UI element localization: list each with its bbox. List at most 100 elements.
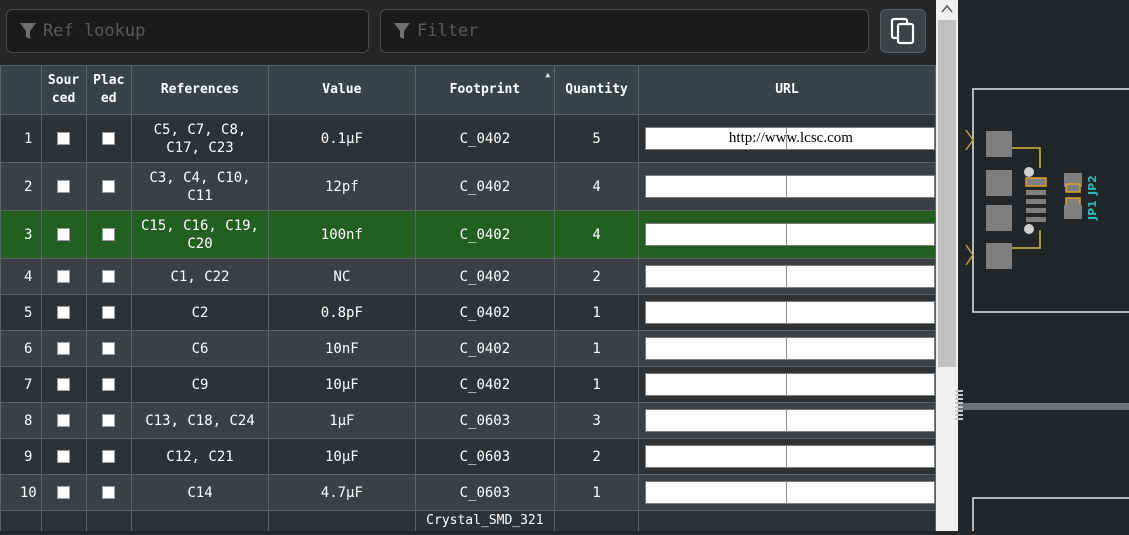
header-footprint[interactable]: Footprint ▲ bbox=[414, 65, 556, 115]
placed-checkbox[interactable] bbox=[102, 270, 116, 283]
ref-lookup-input[interactable] bbox=[43, 10, 360, 52]
sourced-checkbox[interactable] bbox=[57, 378, 71, 391]
table-row[interactable]: 8 C13, C18, C24 1µF C_0603 3 bbox=[0, 402, 936, 439]
url-input[interactable] bbox=[644, 373, 935, 396]
sourced-cell[interactable] bbox=[40, 210, 87, 259]
url-cell[interactable] bbox=[637, 210, 936, 259]
url-cell[interactable] bbox=[637, 258, 936, 295]
quantity-cell: 1 bbox=[554, 474, 639, 511]
sourced-checkbox[interactable] bbox=[57, 132, 71, 145]
sourced-cell[interactable] bbox=[40, 162, 87, 211]
url-input[interactable] bbox=[644, 223, 935, 246]
header-url[interactable]: URL bbox=[637, 65, 936, 115]
url-cell[interactable] bbox=[637, 438, 936, 475]
url-input[interactable] bbox=[644, 175, 935, 198]
row-number: 9 bbox=[0, 438, 42, 475]
url-input[interactable] bbox=[644, 301, 935, 324]
url-input[interactable] bbox=[644, 337, 935, 360]
url-cell[interactable] bbox=[637, 510, 936, 531]
table-row[interactable]: 1 C5, C7, C8, C17, C23 0.1µF C_0402 5 http://… bbox=[0, 114, 936, 163]
sourced-checkbox[interactable] bbox=[57, 270, 71, 283]
placed-cell[interactable] bbox=[85, 366, 132, 403]
table-row[interactable]: 2 C3, C4, C10, C11 12pf C_0402 4 bbox=[0, 162, 936, 211]
value-cell: 0.8pF bbox=[268, 294, 416, 331]
sourced-checkbox[interactable] bbox=[57, 180, 71, 193]
table-row[interactable]: 3 C15, C16, C19, C20 100nf C_0402 4 bbox=[0, 210, 936, 259]
sourced-cell[interactable] bbox=[40, 402, 87, 439]
copy-button[interactable] bbox=[880, 9, 926, 53]
scroll-up-arrow-icon[interactable] bbox=[941, 4, 953, 14]
filter-box[interactable] bbox=[380, 9, 869, 53]
table-row[interactable]: 6 C6 10nF C_0402 1 bbox=[0, 330, 936, 367]
pcb-divider[interactable] bbox=[958, 403, 1129, 410]
header-value[interactable]: Value bbox=[268, 65, 416, 115]
vertical-scrollbar[interactable] bbox=[936, 0, 958, 531]
placed-cell[interactable] bbox=[85, 114, 132, 163]
placed-checkbox[interactable] bbox=[102, 450, 116, 463]
placed-checkbox[interactable] bbox=[102, 414, 116, 427]
sourced-cell[interactable] bbox=[40, 258, 87, 295]
table-row[interactable]: Crystal_SMD_321 bbox=[0, 510, 936, 531]
header-references[interactable]: References bbox=[130, 65, 270, 115]
filter-input[interactable] bbox=[417, 10, 860, 52]
sourced-checkbox[interactable] bbox=[57, 486, 71, 499]
url-input[interactable]: http://www.lcsc.com bbox=[644, 127, 935, 150]
table-row[interactable]: 7 C9 10µF C_0402 1 bbox=[0, 366, 936, 403]
placed-cell[interactable] bbox=[85, 210, 132, 259]
placed-checkbox[interactable] bbox=[102, 180, 116, 193]
table-header-row: Sour ced Plac ed References Value Footpr… bbox=[0, 65, 936, 115]
sourced-cell[interactable] bbox=[40, 510, 87, 531]
table-row[interactable]: 10 C14 4.7µF C_0603 1 bbox=[0, 474, 936, 511]
url-cell[interactable] bbox=[637, 474, 936, 511]
placed-cell[interactable] bbox=[85, 294, 132, 331]
sourced-checkbox[interactable] bbox=[57, 342, 71, 355]
placed-checkbox[interactable] bbox=[102, 306, 116, 319]
placed-checkbox[interactable] bbox=[102, 486, 116, 499]
placed-checkbox[interactable] bbox=[102, 378, 116, 391]
table-row[interactable]: 5 C2 0.8pF C_0402 1 bbox=[0, 294, 936, 331]
url-input[interactable] bbox=[644, 481, 935, 504]
url-input[interactable] bbox=[644, 265, 935, 288]
url-cell[interactable] bbox=[637, 294, 936, 331]
url-input[interactable] bbox=[644, 445, 935, 468]
pcb-canvas[interactable] bbox=[958, 0, 1129, 535]
placed-checkbox[interactable] bbox=[102, 228, 116, 241]
placed-checkbox[interactable] bbox=[102, 132, 116, 145]
sourced-cell[interactable] bbox=[40, 366, 87, 403]
placed-cell[interactable] bbox=[85, 402, 132, 439]
url-cell[interactable] bbox=[637, 162, 936, 211]
placed-cell[interactable] bbox=[85, 510, 132, 531]
row-number: 2 bbox=[0, 162, 42, 211]
url-cell[interactable] bbox=[637, 330, 936, 367]
pad bbox=[1026, 217, 1046, 222]
url-cell[interactable]: http://www.lcsc.com bbox=[637, 114, 936, 163]
sourced-cell[interactable] bbox=[40, 474, 87, 511]
header-sourced[interactable]: Sour ced bbox=[40, 65, 87, 115]
sourced-cell[interactable] bbox=[40, 330, 87, 367]
placed-cell[interactable] bbox=[85, 330, 132, 367]
placed-checkbox[interactable] bbox=[102, 342, 116, 355]
url-input[interactable] bbox=[644, 409, 935, 432]
sourced-cell[interactable] bbox=[40, 294, 87, 331]
placed-cell[interactable] bbox=[85, 162, 132, 211]
placed-cell[interactable] bbox=[85, 474, 132, 511]
table-row[interactable]: 4 C1, C22 NC C_0402 2 bbox=[0, 258, 936, 295]
url-cell[interactable] bbox=[637, 402, 936, 439]
splitter-grip[interactable] bbox=[955, 390, 963, 422]
placed-cell[interactable] bbox=[85, 438, 132, 475]
sourced-checkbox[interactable] bbox=[57, 306, 71, 319]
header-quantity[interactable]: Quantity bbox=[554, 65, 639, 115]
table-row[interactable]: 9 C12, C21 10µF C_0603 2 bbox=[0, 438, 936, 475]
scrollbar-thumb[interactable] bbox=[938, 20, 956, 367]
sourced-cell[interactable] bbox=[40, 438, 87, 475]
sourced-checkbox[interactable] bbox=[57, 228, 71, 241]
quantity-cell: 1 bbox=[554, 294, 639, 331]
ref-lookup-box[interactable] bbox=[6, 9, 369, 53]
pcb-view[interactable]: JP1 JP2 bbox=[958, 0, 1129, 535]
sourced-checkbox[interactable] bbox=[57, 414, 71, 427]
placed-cell[interactable] bbox=[85, 258, 132, 295]
url-cell[interactable] bbox=[637, 366, 936, 403]
sourced-cell[interactable] bbox=[40, 114, 87, 163]
sourced-checkbox[interactable] bbox=[57, 450, 71, 463]
header-placed[interactable]: Plac ed bbox=[85, 65, 132, 115]
